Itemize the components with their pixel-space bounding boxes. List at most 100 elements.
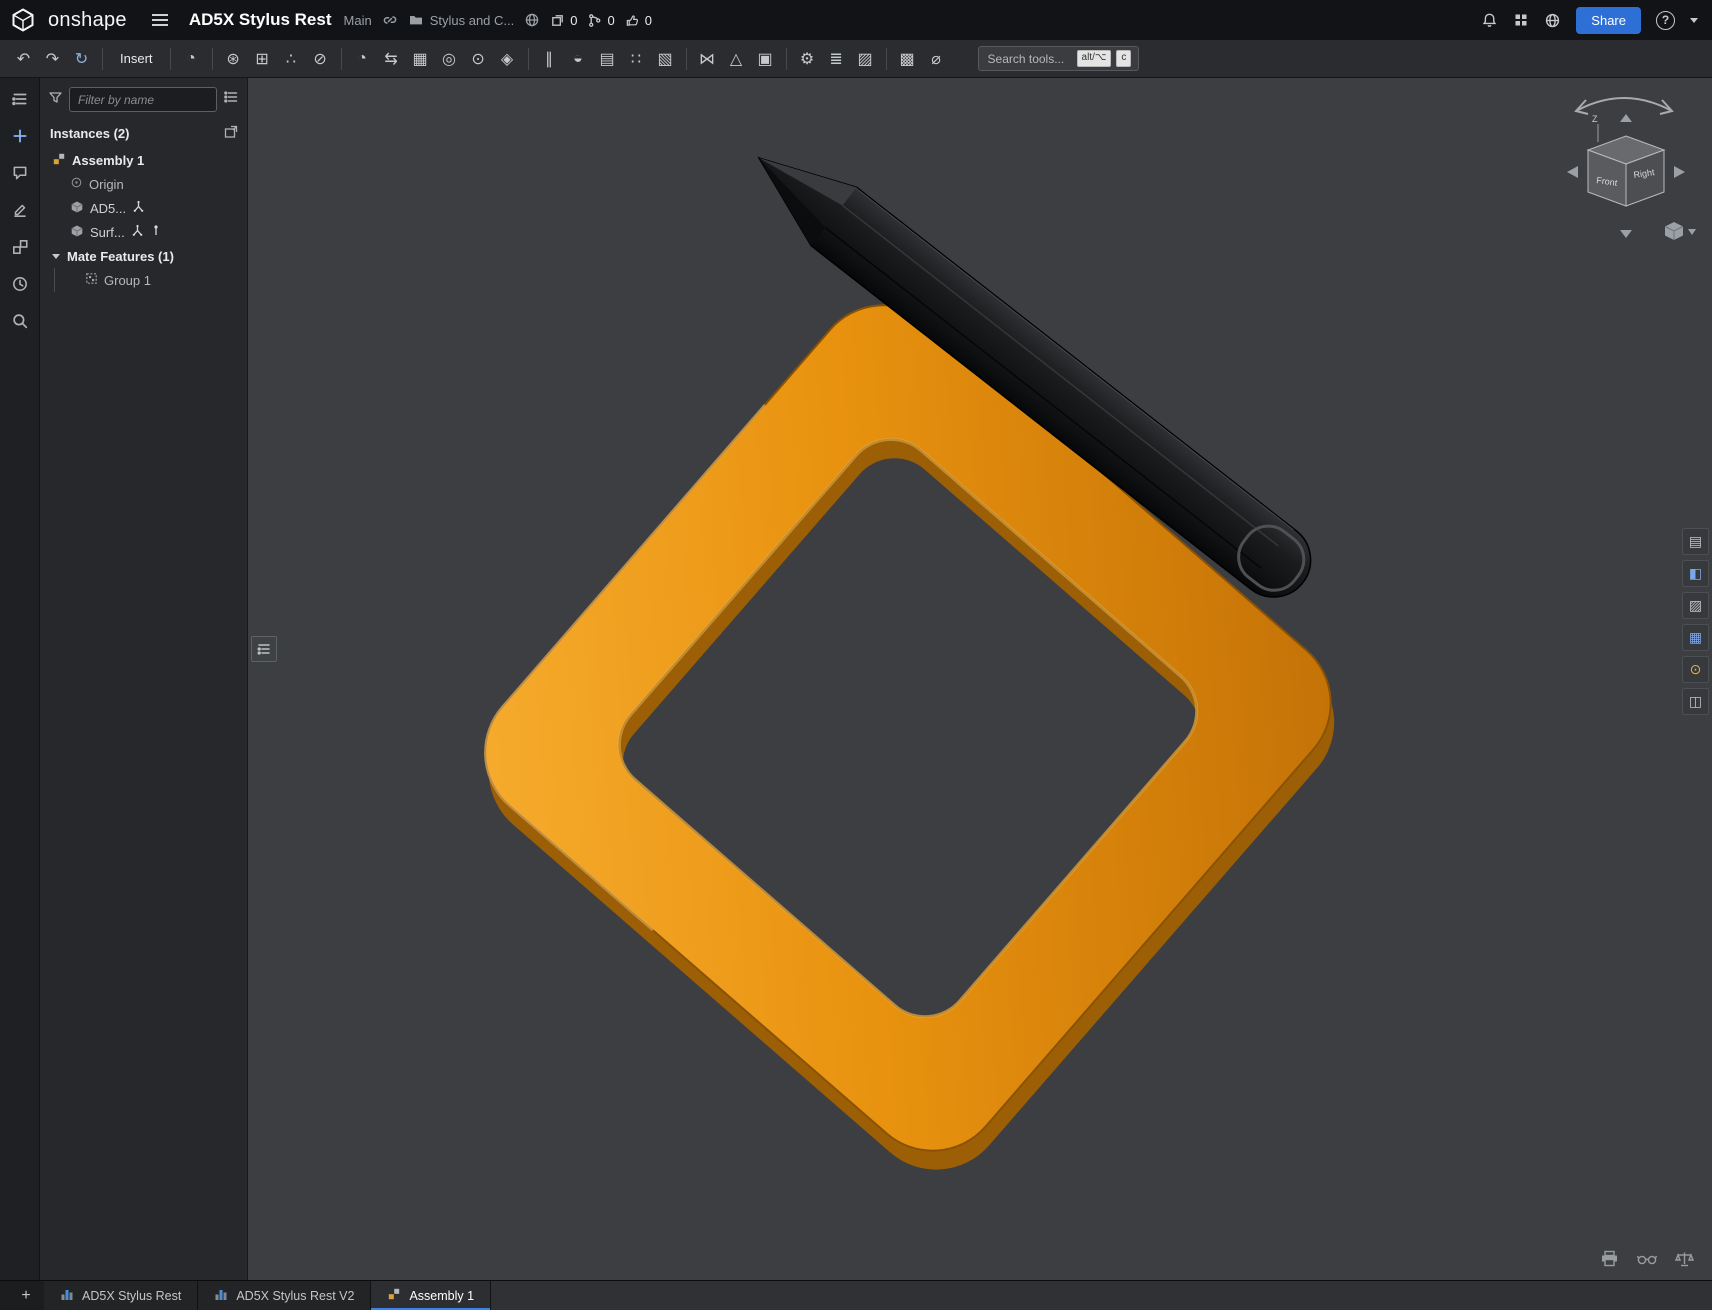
chevron-down-icon[interactable]	[1690, 17, 1698, 23]
model-tree-toggle[interactable]	[251, 636, 277, 662]
tree-item-part-surf[interactable]: Surf...	[40, 220, 247, 244]
mate-icon[interactable]: ⊛	[220, 45, 247, 72]
filter-funnel-icon[interactable]	[48, 90, 63, 110]
onshape-logo-icon[interactable]	[10, 7, 36, 33]
tree-item-origin[interactable]: Origin	[40, 172, 247, 196]
search-tools-input[interactable]	[985, 50, 1072, 67]
instances-tree: Assembly 1 Origin AD5... Surf... Mate Fe…	[40, 148, 247, 292]
measure-icon[interactable]: ⌀	[923, 45, 950, 72]
replicate-icon[interactable]: ⋈	[694, 45, 721, 72]
kbd-c: c	[1116, 50, 1132, 67]
help-icon[interactable]: ?	[1656, 10, 1675, 30]
public-globe-icon[interactable]	[524, 12, 540, 28]
view-only-icon[interactable]	[1636, 1252, 1658, 1271]
search-tools-box[interactable]: alt/⌥ c	[977, 46, 1140, 71]
viewport-3d[interactable]: Z Front Right ▤ ◧ ▨ ▦ ⊙ ◫	[248, 78, 1712, 1280]
tree-item-group1[interactable]: Group 1	[55, 268, 247, 292]
document-title[interactable]: AD5X Stylus Rest	[189, 10, 332, 30]
notifications-bell-icon[interactable]	[1481, 12, 1498, 29]
snapshot-icon[interactable]: ▣	[752, 45, 779, 72]
units-scale-icon[interactable]	[1674, 1251, 1695, 1272]
menu-icon[interactable]	[145, 9, 175, 31]
tree-item-mate-features[interactable]: Mate Features (1)	[40, 244, 247, 268]
folder-icon[interactable]	[408, 12, 424, 28]
panel-display-icon[interactable]: ▦	[1682, 624, 1709, 651]
tangent-icon[interactable]: ◒	[565, 45, 592, 72]
tree-item-label: Group 1	[104, 272, 151, 288]
slider-icon[interactable]: ⇆	[378, 45, 405, 72]
versions-counter[interactable]: 0	[587, 13, 615, 28]
rotate-icon[interactable]: ◔	[178, 45, 205, 72]
tree-item-label: Assembly 1	[72, 152, 145, 168]
view-cube[interactable]: Z Front Right	[1548, 84, 1700, 256]
workspace-name[interactable]: Main	[344, 13, 372, 28]
tree-item-assembly[interactable]: Assembly 1	[40, 148, 247, 172]
search-icon[interactable]	[11, 312, 29, 330]
origin-icon	[70, 176, 83, 192]
instances-label: Instances (2)	[50, 126, 130, 141]
redo-icon[interactable]: ↷	[39, 45, 66, 72]
panel-parts-icon[interactable]: ◧	[1682, 560, 1709, 587]
app-store-icon[interactable]	[1513, 12, 1529, 28]
edit-icon[interactable]	[11, 201, 29, 219]
parts-icon[interactable]	[11, 238, 29, 256]
update-icon[interactable]: ↻	[68, 45, 95, 72]
linear-pattern-icon[interactable]: ▤	[594, 45, 621, 72]
tab-label: AD5X Stylus Rest V2	[236, 1288, 355, 1303]
tab-part-studio-1[interactable]: AD5X Stylus Rest	[44, 1281, 199, 1310]
folder-name[interactable]: Stylus and C...	[430, 13, 515, 28]
display-states-icon[interactable]: ▨	[852, 45, 879, 72]
copy-counter[interactable]: 0	[550, 13, 577, 28]
undo-icon[interactable]: ↶	[10, 45, 37, 72]
insert-button[interactable]: Insert	[110, 47, 163, 70]
pin-slot-icon[interactable]: ◈	[494, 45, 521, 72]
gear-icon[interactable]: ⚙	[794, 45, 821, 72]
tree-item-label: Surf...	[90, 224, 125, 240]
cylindrical-icon[interactable]: ◎	[436, 45, 463, 72]
insert-plus-icon[interactable]	[11, 127, 29, 145]
filter-by-name-input[interactable]	[69, 87, 217, 112]
fasten-icon[interactable]: ⊘	[307, 45, 334, 72]
mate-connector-icon[interactable]: ∴	[278, 45, 305, 72]
mirror-icon[interactable]: ▧	[652, 45, 679, 72]
mate-connector-icon[interactable]	[131, 224, 144, 240]
revolute-icon[interactable]: ◔	[349, 45, 376, 72]
history-icon[interactable]	[11, 275, 29, 293]
ball-icon[interactable]: ⊙	[465, 45, 492, 72]
assembly-icon	[52, 152, 66, 169]
assembly-3d-model[interactable]	[248, 78, 1712, 1280]
bom-icon[interactable]: ▩	[894, 45, 921, 72]
insert-instance-icon[interactable]	[223, 124, 239, 143]
panel-appearance-icon[interactable]: ▨	[1682, 592, 1709, 619]
explode-icon[interactable]: △	[723, 45, 750, 72]
panel-lock-icon[interactable]: ⊙	[1682, 656, 1709, 683]
onshape-wordmark[interactable]: onshape	[48, 9, 127, 32]
comment-icon[interactable]	[11, 164, 29, 182]
share-button[interactable]: Share	[1576, 6, 1641, 34]
pin-icon[interactable]	[150, 224, 162, 240]
named-positions-icon[interactable]: ≣	[823, 45, 850, 72]
assembly-toolbar: ↶ ↷ ↻ Insert ◔ ⊛ ⊞ ∴ ⊘ ◔ ⇆ ▦ ◎ ⊙ ◈ ∥ ◒ ▤…	[0, 40, 1712, 78]
list-view-icon[interactable]	[223, 89, 239, 110]
caret-down-icon[interactable]	[52, 253, 60, 259]
tab-assembly-1[interactable]: Assembly 1	[371, 1281, 492, 1310]
panel-sheet-icon[interactable]: ▤	[1682, 528, 1709, 555]
world-icon[interactable]	[1544, 12, 1561, 29]
mate-connector-icon[interactable]	[132, 200, 145, 216]
view-options-caret-icon	[1688, 229, 1696, 235]
outline-icon[interactable]	[11, 90, 29, 108]
print-icon[interactable]	[1600, 1250, 1619, 1272]
panel-measure-icon[interactable]: ◫	[1682, 688, 1709, 715]
likes-counter[interactable]: 0	[625, 13, 652, 28]
tree-item-part-ad5[interactable]: AD5...	[40, 196, 247, 220]
circular-pattern-icon[interactable]: ∷	[623, 45, 650, 72]
group-icon[interactable]: ⊞	[249, 45, 276, 72]
tab-part-studio-2[interactable]: AD5X Stylus Rest V2	[198, 1281, 372, 1310]
link-icon[interactable]	[382, 12, 398, 28]
filter-row	[40, 78, 247, 119]
parallel-icon[interactable]: ∥	[536, 45, 563, 72]
tab-bar-scroll-area[interactable]	[491, 1281, 1712, 1310]
planar-icon[interactable]: ▦	[407, 45, 434, 72]
toolbar-separator	[211, 47, 213, 70]
add-tab-button[interactable]: +	[8, 1281, 44, 1310]
